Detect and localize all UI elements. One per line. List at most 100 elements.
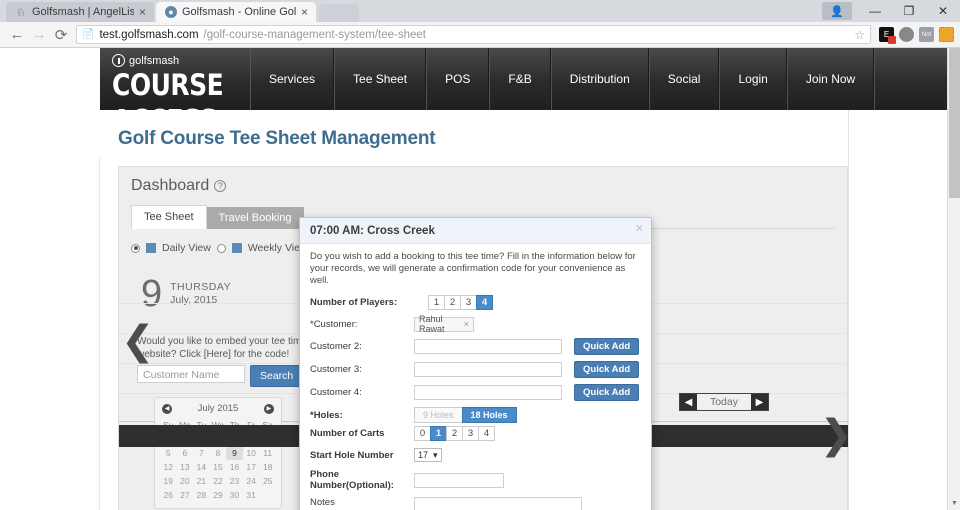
- forward-icon[interactable]: →: [28, 24, 50, 46]
- new-tab-button[interactable]: [319, 4, 359, 22]
- browser-tab-angellist[interactable]: ♘ Golfsmash | AngelList ×: [6, 2, 154, 22]
- carts-option-0[interactable]: 0: [414, 425, 431, 441]
- today-next-icon[interactable]: ▶: [751, 394, 768, 410]
- search-button[interactable]: Search: [250, 365, 304, 387]
- calendar-day[interactable]: 29: [210, 488, 227, 502]
- customer-token[interactable]: Rahul Rawat ×: [414, 314, 474, 334]
- maximize-button[interactable]: ❐: [892, 0, 926, 22]
- calendar-day[interactable]: 10: [243, 446, 260, 460]
- calendar-day[interactable]: 19: [160, 474, 177, 488]
- today-button[interactable]: Today: [696, 394, 751, 410]
- bookmark-star-icon[interactable]: ☆: [854, 28, 865, 42]
- nav-item-tee-sheet[interactable]: Tee Sheet: [334, 48, 427, 110]
- carts-option-3[interactable]: 3: [462, 425, 479, 441]
- window-close-button[interactable]: ✕: [926, 0, 960, 22]
- calendar-day[interactable]: 15: [210, 460, 227, 474]
- page-scrollbar-vertical[interactable]: ▼: [947, 48, 960, 510]
- holes-option-9[interactable]: 9 Holes: [414, 407, 463, 423]
- calendar-day[interactable]: 26: [160, 488, 177, 502]
- nav-item-pos[interactable]: POS: [426, 48, 490, 110]
- calendar-day[interactable]: 22: [210, 474, 227, 488]
- radio-weekly-view[interactable]: [216, 243, 226, 253]
- close-icon[interactable]: ×: [139, 5, 146, 19]
- customer-2-input[interactable]: [414, 339, 562, 354]
- scrollbar-down-arrow-icon[interactable]: ▼: [948, 497, 960, 510]
- web-page: golfsmash COURSE ACCESS Services Tee She…: [0, 48, 960, 510]
- customer-token-remove-icon[interactable]: ×: [464, 319, 469, 329]
- calendar-day[interactable]: 18: [259, 460, 276, 474]
- tab-tee-sheet[interactable]: Tee Sheet: [131, 205, 207, 229]
- browser-tab-golfsmash[interactable]: ● Golfsmash - Online Golf C ×: [156, 2, 316, 22]
- calendar-day[interactable]: 27: [177, 488, 194, 502]
- calendar-day[interactable]: 13: [177, 460, 194, 474]
- profile-icon[interactable]: 👤: [822, 2, 852, 20]
- label-daily-view[interactable]: Daily View: [162, 242, 211, 254]
- label-customer-3: Customer 3:: [310, 364, 362, 375]
- calendar-day[interactable]: 21: [193, 474, 210, 488]
- customer-3-input[interactable]: [414, 362, 562, 377]
- tab-travel-booking[interactable]: Travel Booking: [206, 207, 304, 229]
- calendar-day[interactable]: 23: [226, 474, 243, 488]
- nav-item-social[interactable]: Social: [648, 48, 720, 110]
- calendar-day[interactable]: 11: [259, 446, 276, 460]
- calendar-next-icon[interactable]: ▶: [263, 403, 274, 414]
- players-option-1[interactable]: 1: [428, 294, 445, 310]
- nav-item-login[interactable]: Login: [719, 48, 787, 110]
- calendar-day[interactable]: 17: [243, 460, 260, 474]
- today-prev-icon[interactable]: ◀: [679, 394, 697, 410]
- carts-option-4[interactable]: 4: [478, 425, 495, 441]
- previous-day-arrow-icon[interactable]: ❮: [121, 321, 155, 361]
- date-picker-calendar[interactable]: ◀ July 2015 ▶ Su Mo Tu We Th Fr Sa: [154, 397, 282, 509]
- address-bar[interactable]: 📄 test.golfsmash.com/golf-course-managem…: [76, 25, 871, 44]
- calendar-day[interactable]: 16: [226, 460, 243, 474]
- scrollbar-thumb[interactable]: [949, 48, 960, 198]
- calendar-day[interactable]: 8: [210, 446, 227, 460]
- reload-icon[interactable]: ⟳: [50, 24, 72, 46]
- calendar-day[interactable]: 5: [160, 446, 177, 460]
- nav-item-join-now[interactable]: Join Now: [786, 48, 875, 110]
- calendar-day[interactable]: 31: [243, 488, 260, 502]
- minimize-button[interactable]: —: [858, 0, 892, 22]
- quick-add-button-4[interactable]: Quick Add: [574, 384, 640, 401]
- quick-add-button-2[interactable]: Quick Add: [574, 338, 640, 355]
- players-option-4[interactable]: 4: [476, 294, 493, 310]
- calendar-day[interactable]: [259, 488, 276, 502]
- calendar-week-row: 12 13 14 15 16 17 18: [160, 460, 276, 474]
- notes-textarea[interactable]: [414, 497, 582, 510]
- help-icon[interactable]: ?: [214, 180, 227, 192]
- calendar-day[interactable]: 24: [243, 474, 260, 488]
- players-option-2[interactable]: 2: [444, 294, 461, 310]
- players-option-3[interactable]: 3: [460, 294, 477, 310]
- quick-add-button-3[interactable]: Quick Add: [574, 361, 640, 378]
- phone-number-input[interactable]: [414, 472, 504, 488]
- nav-item-distribution[interactable]: Distribution: [550, 48, 649, 110]
- customer-name-input[interactable]: Customer Name: [137, 365, 245, 383]
- ext-badge-icon[interactable]: E: [879, 27, 896, 44]
- calendar-prev-icon[interactable]: ◀: [162, 403, 172, 414]
- calendar-day[interactable]: 7: [193, 446, 210, 460]
- calendar-day[interactable]: 30: [226, 488, 243, 502]
- close-icon[interactable]: ×: [301, 5, 308, 19]
- calendar-day[interactable]: 14: [193, 460, 210, 474]
- ext-notnot-icon[interactable]: Not: [919, 27, 934, 42]
- calendar-day[interactable]: 20: [177, 474, 194, 488]
- modal-close-icon[interactable]: ✕: [635, 222, 644, 235]
- site-brand[interactable]: golfsmash COURSE ACCESS: [100, 48, 250, 138]
- ext-orange-icon[interactable]: [939, 27, 954, 42]
- calendar-day[interactable]: 25: [259, 474, 276, 488]
- calendar-day-selected[interactable]: 9: [226, 446, 243, 460]
- holes-option-18[interactable]: 18 Holes: [461, 407, 517, 423]
- nav-item-services[interactable]: Services: [250, 48, 335, 110]
- calendar-day[interactable]: 12: [160, 460, 177, 474]
- ext-circle-icon[interactable]: [899, 27, 914, 42]
- back-icon[interactable]: ←: [6, 24, 28, 46]
- radio-daily-view[interactable]: [131, 243, 140, 253]
- carts-option-1[interactable]: 1: [430, 425, 447, 441]
- start-hole-select[interactable]: 17 ▾: [414, 448, 442, 462]
- customer-4-input[interactable]: [414, 385, 562, 400]
- calendar-week-row: 5 6 7 8 9 10 11: [160, 446, 276, 460]
- calendar-day[interactable]: 28: [193, 488, 210, 502]
- nav-item-fnb[interactable]: F&B: [489, 48, 551, 110]
- carts-option-2[interactable]: 2: [446, 425, 463, 441]
- calendar-day[interactable]: 6: [177, 446, 194, 460]
